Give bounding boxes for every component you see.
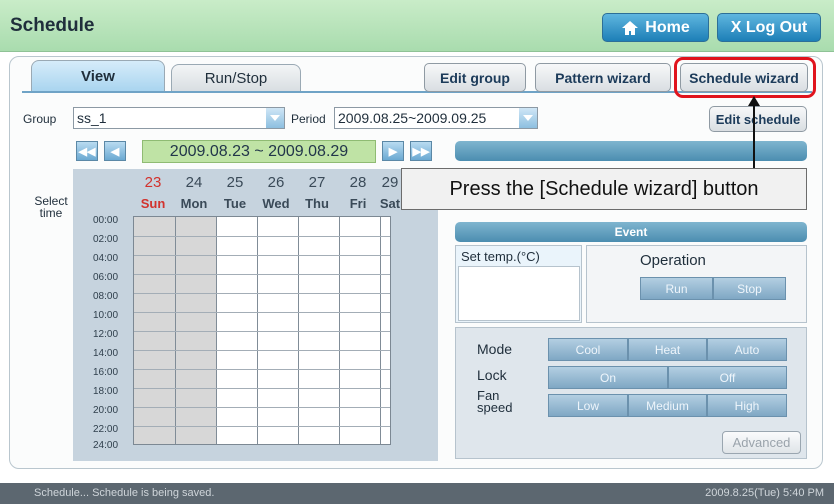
grid-row xyxy=(134,236,390,237)
select-time-label: Select time xyxy=(34,194,68,220)
edit-schedule-button[interactable]: Edit schedule xyxy=(709,106,807,132)
grid-row xyxy=(134,312,390,313)
day-name: Sat xyxy=(379,196,401,211)
fan-high-button[interactable]: High xyxy=(707,394,787,417)
lock-on-button[interactable]: On xyxy=(548,366,668,389)
week-range: 2009.08.23 ~ 2009.08.29 xyxy=(142,140,376,163)
fan-speed-label: Fan speed xyxy=(477,389,513,415)
hour-label: 12:00 xyxy=(93,329,119,340)
grid-row xyxy=(134,274,390,275)
stop-button[interactable]: Stop xyxy=(713,277,786,300)
speed-label: speed xyxy=(477,400,513,415)
day-number: 29 xyxy=(381,174,399,191)
day-number: 23 xyxy=(144,174,162,191)
status-message: Schedule... Schedule is being saved. xyxy=(34,487,215,499)
grid-row xyxy=(134,388,390,389)
day-number: 24 xyxy=(185,174,203,191)
day-name: Thu xyxy=(305,196,329,211)
grid-row xyxy=(134,350,390,351)
grid-row xyxy=(134,369,390,370)
period-select[interactable]: 2009.08.25~2009.09.25 xyxy=(334,107,538,129)
chevron-down-icon[interactable] xyxy=(266,108,284,128)
hour-label: 16:00 xyxy=(93,367,119,378)
instruction-callout: Press the [Schedule wizard] button xyxy=(401,168,807,210)
callout-arrow xyxy=(753,100,755,168)
grid-row xyxy=(134,293,390,294)
day-number: 28 xyxy=(349,174,367,191)
page-title: Schedule xyxy=(10,15,95,36)
edit-group-button[interactable]: Edit group xyxy=(424,63,526,92)
hour-label: 18:00 xyxy=(93,386,119,397)
fan-medium-button[interactable]: Medium xyxy=(628,394,707,417)
group-select[interactable]: ss_1 xyxy=(73,107,285,129)
status-datetime: 2009.8.25(Tue) 5:40 PM xyxy=(705,487,824,499)
chevron-down-icon[interactable] xyxy=(519,108,537,128)
logout-button[interactable]: X Log Out xyxy=(717,13,821,42)
grid-row xyxy=(134,255,390,256)
hour-label: 10:00 xyxy=(93,310,119,321)
operation-label: Operation xyxy=(640,252,706,269)
run-button[interactable]: Run xyxy=(640,277,713,300)
prev-week-icon[interactable]: ◀ xyxy=(104,141,126,161)
day-number: 25 xyxy=(226,174,244,191)
set-temp-label: Set temp.(°C) xyxy=(461,249,540,264)
period-value: 2009.08.25~2009.09.25 xyxy=(338,110,487,126)
advanced-button[interactable]: Advanced xyxy=(722,431,801,454)
last-week-icon[interactable]: ▶▶ xyxy=(410,141,432,161)
event-header: Event xyxy=(455,222,807,242)
hour-label: 22:00 xyxy=(93,424,119,435)
hour-label: 06:00 xyxy=(93,272,119,283)
group-value: ss_1 xyxy=(77,110,107,126)
day-number: 26 xyxy=(267,174,285,191)
mode-heat-button[interactable]: Heat xyxy=(628,338,707,361)
hour-label: 14:00 xyxy=(93,348,119,359)
mode-cool-button[interactable]: Cool xyxy=(548,338,628,361)
tab-view[interactable]: View xyxy=(31,60,165,92)
period-label: Period xyxy=(291,112,326,126)
hour-label: 00:00 xyxy=(93,215,119,226)
schedule-grid[interactable] xyxy=(133,216,391,445)
day-name: Sun xyxy=(140,196,166,211)
group-label: Group xyxy=(23,112,57,126)
hour-label: 20:00 xyxy=(93,405,119,416)
mode-label: Mode xyxy=(477,341,513,357)
next-week-icon[interactable]: ▶ xyxy=(382,141,404,161)
hour-label: 02:00 xyxy=(93,234,119,245)
grid-row xyxy=(134,331,390,332)
schedule-wizard-highlight xyxy=(674,57,816,98)
day-name: Mon xyxy=(180,196,208,211)
day-number: 27 xyxy=(308,174,326,191)
lock-off-button[interactable]: Off xyxy=(668,366,787,389)
fan-low-button[interactable]: Low xyxy=(548,394,628,417)
status-bar: Schedule... Schedule is being saved. 200… xyxy=(0,483,834,504)
home-label: Home xyxy=(645,18,690,36)
pattern-wizard-button[interactable]: Pattern wizard xyxy=(535,63,671,92)
day-name: Wed xyxy=(262,196,290,211)
lock-label: Lock xyxy=(477,367,507,383)
set-temp-field[interactable] xyxy=(458,266,580,321)
hour-label: 04:00 xyxy=(93,253,119,264)
hour-label: 08:00 xyxy=(93,291,119,302)
home-icon xyxy=(622,20,639,35)
grid-row xyxy=(134,426,390,427)
day-name: Tue xyxy=(223,196,247,211)
hour-label: 24:00 xyxy=(93,440,119,451)
tab-run-stop[interactable]: Run/Stop xyxy=(171,64,301,92)
grid-row xyxy=(134,407,390,408)
mode-auto-button[interactable]: Auto xyxy=(707,338,787,361)
home-button[interactable]: Home xyxy=(602,13,709,42)
callout-arrow-head xyxy=(748,96,760,106)
first-week-icon[interactable]: ◀◀ xyxy=(76,141,98,161)
day-name: Fri xyxy=(349,196,367,211)
